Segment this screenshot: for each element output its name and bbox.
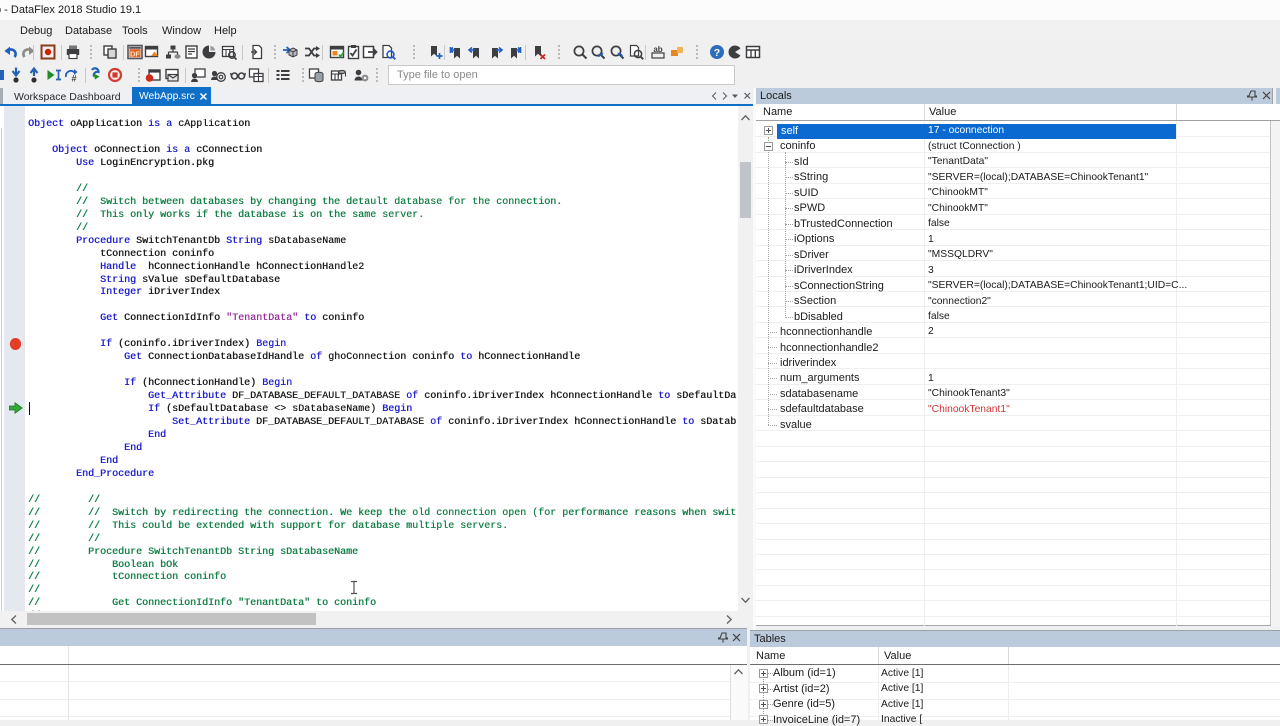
svg-text:#: # xyxy=(71,74,76,84)
svg-text:DF: DF xyxy=(130,50,140,59)
svg-text:?: ? xyxy=(714,47,720,59)
